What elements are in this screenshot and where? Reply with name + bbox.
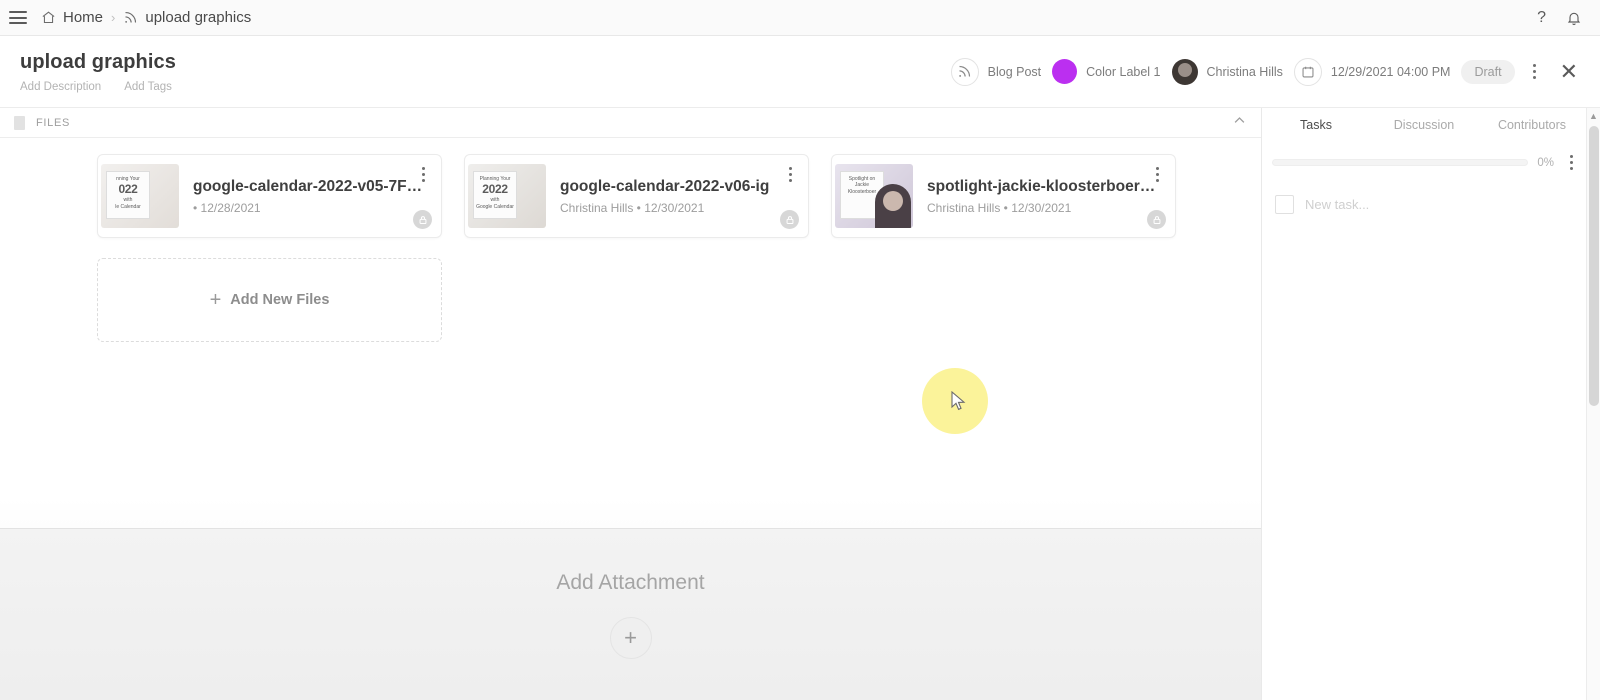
color-label-chip[interactable]: Color Label 1 [1052, 59, 1160, 84]
assignee-chip[interactable]: Christina Hills [1172, 59, 1283, 85]
files-column: FILES nning Your 022 with le Calendar go… [0, 108, 1262, 700]
color-swatch [1052, 59, 1077, 84]
top-breadcrumb-bar: Home › upload graphics ? [0, 0, 1600, 36]
file-thumbnail: Planning Your 2022 with Google Calendar [468, 164, 546, 228]
plus-icon: + [210, 289, 222, 312]
task-progress-bar [1272, 159, 1528, 166]
side-panel: Tasks Discussion Contributors 0% New tas… [1262, 108, 1586, 700]
breadcrumb-current[interactable]: upload graphics [123, 9, 251, 26]
task-progress-row: 0% [1262, 138, 1586, 173]
file-kebab-menu-icon[interactable] [415, 164, 432, 185]
file-card-text: google-calendar-2022-v05-7F… • 12/28/202… [193, 178, 422, 215]
hamburger-menu-icon[interactable] [9, 11, 27, 24]
lock-icon[interactable] [1147, 210, 1166, 229]
thumbnail-preview-text: nning Your 022 with le Calendar [106, 171, 150, 219]
item-header: upload graphics Add Description Add Tags… [0, 36, 1600, 108]
close-icon[interactable]: ✕ [1554, 61, 1584, 83]
due-date-value: 12/29/2021 04:00 PM [1331, 65, 1451, 79]
file-card[interactable]: nning Your 022 with le Calendar google-c… [97, 154, 442, 238]
checkbox-unchecked-icon[interactable] [1275, 195, 1294, 214]
file-name: google-calendar-2022-v06-ig [560, 178, 769, 196]
header-meta: Blog Post Color Label 1 Christina Hills … [951, 58, 1600, 86]
content-type-label: Blog Post [988, 65, 1042, 79]
vertical-scrollbar[interactable]: ▲ [1586, 108, 1600, 700]
file-thumbnail: nning Your 022 with le Calendar [101, 164, 179, 228]
lock-icon[interactable] [413, 210, 432, 229]
due-date-chip[interactable]: 12/29/2021 04:00 PM [1294, 58, 1451, 86]
file-thumbnail: Spotlight on Jackie Kloosterboer [835, 164, 913, 228]
chevron-up-icon[interactable] [1232, 113, 1247, 133]
file-card[interactable]: Planning Your 2022 with Google Calendar … [464, 154, 809, 238]
lock-icon[interactable] [780, 210, 799, 229]
header-sublinks: Add Description Add Tags [20, 81, 176, 93]
add-new-files-label: Add New Files [230, 292, 329, 308]
notification-bell-icon[interactable] [1566, 10, 1582, 26]
avatar [1172, 59, 1198, 85]
content-area: FILES nning Your 022 with le Calendar go… [0, 108, 1600, 700]
home-icon [41, 10, 56, 25]
add-attachment-label: Add Attachment [556, 571, 704, 595]
tab-tasks[interactable]: Tasks [1262, 118, 1370, 132]
status-badge[interactable]: Draft [1461, 60, 1514, 84]
breadcrumb-home-label: Home [63, 9, 103, 26]
attachment-dropzone[interactable]: Add Attachment + [0, 528, 1261, 700]
thumbnail-portrait [875, 184, 911, 228]
add-attachment-button[interactable]: + [610, 617, 652, 659]
new-task-input[interactable]: New task... [1305, 197, 1369, 212]
file-card-text: google-calendar-2022-v06-ig Christina Hi… [560, 178, 769, 215]
file-kebab-menu-icon[interactable] [782, 164, 799, 185]
breadcrumb-current-label: upload graphics [145, 9, 251, 26]
calendar-icon [1294, 58, 1322, 86]
task-progress-percent: 0% [1537, 157, 1554, 169]
header-kebab-menu-icon[interactable] [1526, 61, 1543, 82]
new-task-row[interactable]: New task... [1262, 173, 1586, 214]
rss-icon [123, 10, 138, 25]
file-card-text: spotlight-jackie-kloosterboer-… Christin… [927, 178, 1157, 215]
scroll-up-arrow-icon[interactable]: ▲ [1587, 108, 1600, 121]
tab-discussion[interactable]: Discussion [1370, 118, 1478, 132]
rss-icon [951, 58, 979, 86]
page-title: upload graphics [20, 51, 176, 74]
breadcrumb-home[interactable]: Home [41, 9, 103, 26]
file-card[interactable]: Spotlight on Jackie Kloosterboer spotlig… [831, 154, 1176, 238]
file-meta: • 12/28/2021 [193, 201, 422, 215]
file-kebab-menu-icon[interactable] [1149, 164, 1166, 185]
files-section-header: FILES [0, 108, 1261, 138]
tab-contributors[interactable]: Contributors [1478, 118, 1586, 132]
scrollbar-thumb[interactable] [1589, 126, 1599, 406]
add-tags-link[interactable]: Add Tags [124, 81, 172, 93]
panel-tabs: Tasks Discussion Contributors [1262, 108, 1586, 138]
topbar-actions: ? [1537, 9, 1600, 27]
header-left: upload graphics Add Description Add Tags [0, 51, 176, 93]
panel-kebab-menu-icon[interactable] [1563, 152, 1580, 173]
add-new-files-button[interactable]: + Add New Files [97, 258, 442, 342]
thumbnail-preview-text: Planning Your 2022 with Google Calendar [473, 171, 517, 219]
color-label-text: Color Label 1 [1086, 65, 1160, 79]
breadcrumb-separator: › [111, 10, 115, 25]
assignee-name: Christina Hills [1207, 65, 1283, 79]
file-card-grid: nning Your 022 with le Calendar google-c… [0, 138, 1261, 342]
content-type-chip[interactable]: Blog Post [951, 58, 1042, 86]
file-meta: Christina Hills • 12/30/2021 [927, 201, 1157, 215]
file-icon [14, 116, 25, 130]
file-meta: Christina Hills • 12/30/2021 [560, 201, 769, 215]
file-name: spotlight-jackie-kloosterboer-… [927, 178, 1157, 196]
add-description-link[interactable]: Add Description [20, 81, 101, 93]
files-section-label: FILES [36, 117, 70, 129]
help-icon[interactable]: ? [1537, 9, 1546, 27]
file-name: google-calendar-2022-v05-7F… [193, 178, 422, 196]
